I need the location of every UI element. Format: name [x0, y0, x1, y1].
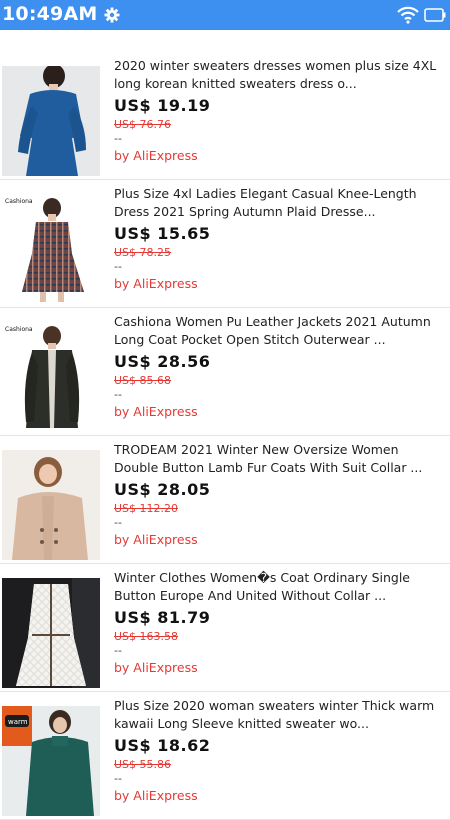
status-bar: 10:49AM	[0, 0, 450, 30]
product-item[interactable]: Cashiona Cashiona Women Pu Leather Jacke…	[0, 308, 450, 436]
product-store: by AliExpress	[114, 532, 198, 547]
product-original-price: US$ 76.76	[114, 118, 172, 131]
wifi-icon	[397, 6, 419, 24]
product-original-price: US$ 85.68	[114, 374, 172, 387]
product-extra: --	[114, 772, 122, 785]
product-image	[2, 450, 100, 560]
product-price: US$ 81.79	[114, 608, 211, 627]
battery-icon	[424, 8, 446, 22]
image-badge: warm	[8, 718, 28, 726]
product-original-price: US$ 55.86	[114, 758, 172, 771]
product-item[interactable]: 2020 winter sweaters dresses women plus …	[0, 52, 450, 180]
product-title[interactable]: 2020 winter sweaters dresses women plus …	[114, 57, 446, 93]
product-image: Cashiona	[2, 194, 100, 304]
product-price: US$ 15.65	[114, 224, 211, 243]
product-list: 2020 winter sweaters dresses women plus …	[0, 52, 450, 820]
product-title[interactable]: Plus Size 2020 woman sweaters winter Thi…	[114, 697, 446, 733]
product-image	[2, 66, 100, 176]
product-extra: --	[114, 260, 122, 273]
product-original-price: US$ 78.25	[114, 246, 172, 259]
product-original-price: US$ 112.20	[114, 502, 179, 515]
product-extra: --	[114, 132, 122, 145]
gear-icon	[104, 7, 120, 23]
product-store: by AliExpress	[114, 404, 198, 419]
product-image: Cashiona	[2, 322, 100, 432]
product-store: by AliExpress	[114, 660, 198, 675]
product-title[interactable]: Plus Size 4xl Ladies Elegant Casual Knee…	[114, 185, 446, 221]
product-item[interactable]: warm Plus Size 2020 woman sweaters winte…	[0, 692, 450, 820]
product-original-price: US$ 163.58	[114, 630, 179, 643]
image-watermark: Cashiona	[5, 326, 33, 333]
product-item[interactable]: Cashiona Plus Size 4xl Ladies Elegant Ca…	[0, 180, 450, 308]
product-item[interactable]: Winter Clothes Women�s Coat Ordinary Sin…	[0, 564, 450, 692]
product-price: US$ 28.05	[114, 480, 211, 499]
product-extra: --	[114, 644, 122, 657]
image-watermark: Cashiona	[5, 198, 33, 205]
product-extra: --	[114, 388, 122, 401]
product-title[interactable]: Winter Clothes Women�s Coat Ordinary Sin…	[114, 569, 446, 605]
product-title[interactable]: Cashiona Women Pu Leather Jackets 2021 A…	[114, 313, 446, 349]
product-store: by AliExpress	[114, 788, 198, 803]
product-item[interactable]: TRODEAM 2021 Winter New Oversize Women D…	[0, 436, 450, 564]
product-title[interactable]: TRODEAM 2021 Winter New Oversize Women D…	[114, 441, 446, 477]
product-store: by AliExpress	[114, 276, 198, 291]
product-price: US$ 18.62	[114, 736, 211, 755]
product-price: US$ 28.56	[114, 352, 211, 371]
product-image	[2, 578, 100, 688]
product-price: US$ 19.19	[114, 96, 211, 115]
product-store: by AliExpress	[114, 148, 198, 163]
status-time: 10:49AM	[2, 3, 98, 25]
product-extra: --	[114, 516, 122, 529]
